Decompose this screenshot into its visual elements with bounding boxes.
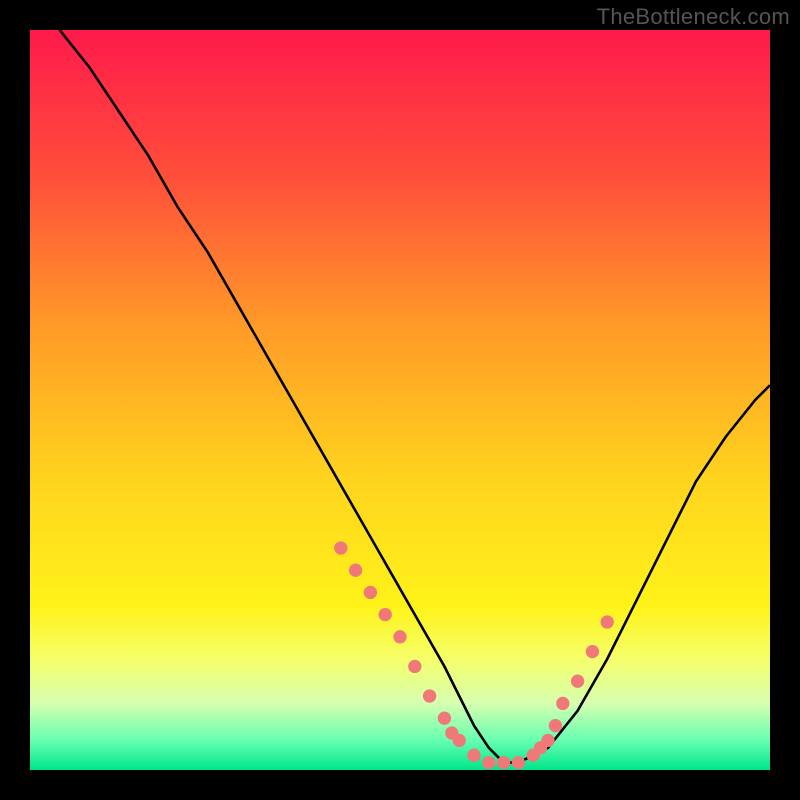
chart-frame: TheBottleneck.com [0, 0, 800, 800]
plot-area [30, 30, 770, 770]
watermark-text: TheBottleneck.com [597, 4, 790, 30]
scatter-dot [549, 719, 562, 732]
scatter-dot [467, 749, 480, 762]
scatter-dot [482, 756, 495, 769]
scatter-dot [453, 734, 466, 747]
scatter-dot [512, 756, 525, 769]
scatter-dot [497, 756, 510, 769]
scatter-dot [586, 645, 599, 658]
scatter-dots [334, 541, 614, 769]
scatter-dot [334, 541, 347, 554]
scatter-dot [408, 660, 421, 673]
scatter-dot [438, 712, 451, 725]
scatter-dot [601, 615, 614, 628]
scatter-dot [571, 675, 584, 688]
chart-svg [30, 30, 770, 770]
scatter-dot [556, 697, 569, 710]
scatter-dot [349, 564, 362, 577]
scatter-dot [393, 630, 406, 643]
scatter-dot [379, 608, 392, 621]
scatter-dot [541, 734, 554, 747]
scatter-dot [364, 586, 377, 599]
scatter-dot [423, 689, 436, 702]
curve-line [60, 30, 770, 763]
